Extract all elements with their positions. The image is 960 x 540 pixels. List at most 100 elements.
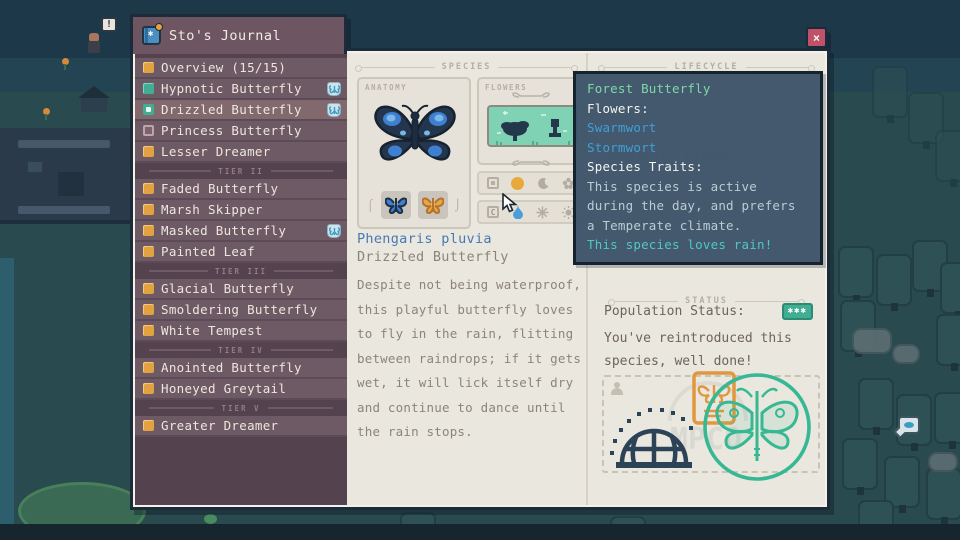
crate xyxy=(26,160,44,174)
species-marker-icon xyxy=(143,146,154,157)
species-marker-icon xyxy=(143,62,154,73)
activity-trait-row xyxy=(477,171,585,195)
species-marker-icon xyxy=(143,420,154,431)
sidebar-item-label: Honeyed Greytail xyxy=(161,381,286,396)
screen: ! Sto's Journal × xyxy=(0,0,960,540)
building-detail xyxy=(18,206,110,214)
flowers-label: FLOWERS xyxy=(485,83,527,92)
tier-divider: TIER III xyxy=(135,263,347,279)
tree xyxy=(935,130,960,182)
scroll-decoration xyxy=(509,91,553,100)
species-section: SPECIES ANATOMY xyxy=(347,53,586,505)
notification-dot xyxy=(155,23,163,31)
rock xyxy=(928,452,958,472)
tier-divider: TIER II xyxy=(135,163,347,179)
sidebar-item-label: Overview (15/15) xyxy=(161,60,286,75)
sidebar-item-label: Princess Butterfly xyxy=(161,123,302,138)
tree xyxy=(936,314,960,366)
sidebar-item-faded-butterfly[interactable]: Faded Butterfly xyxy=(135,179,347,200)
sidebar-item-greater-dreamer[interactable]: Greater Dreamer xyxy=(135,416,347,437)
sidebar-item-anointed-butterfly[interactable]: Anointed Butterfly xyxy=(135,358,347,379)
tree xyxy=(934,392,960,444)
sidebar-item-label: Hypnotic Butterfly xyxy=(161,81,302,96)
population-status-row: Population Status: ✱✱✱ xyxy=(604,303,813,320)
species-traits-tooltip: Forest Butterfly Flowers: Swarmwort Stor… xyxy=(573,71,823,265)
species-marker-icon xyxy=(143,383,154,394)
tooltip-flower-link[interactable]: Swarmwort xyxy=(587,118,809,138)
tooltip-species-type: Forest Butterfly xyxy=(587,79,809,99)
anatomy-card: ANATOMY xyxy=(357,77,471,229)
tree xyxy=(876,254,912,306)
variant-blue-butterfly[interactable] xyxy=(381,191,411,219)
snowflake-icon[interactable] xyxy=(536,206,549,219)
tree xyxy=(926,468,960,520)
npc-character xyxy=(87,33,101,53)
variant-orange-butterfly[interactable] xyxy=(418,191,448,219)
sidebar-item-masked-butterfly[interactable]: Masked Butterfly xyxy=(135,221,347,242)
building-door xyxy=(58,172,84,196)
tier-divider: TIER V xyxy=(135,400,347,416)
species-latin-name: Phengaris pluvia xyxy=(357,231,492,247)
journal-body: Overview (15/15) Hypnotic Butterfly Driz… xyxy=(130,48,830,510)
decorative-curl: ⌠ xyxy=(367,199,374,212)
butterfly-bubble xyxy=(898,416,920,434)
anatomy-label: ANATOMY xyxy=(365,83,407,92)
species-marker-icon xyxy=(143,83,154,94)
sidebar-item-hypnotic-butterfly[interactable]: Hypnotic Butterfly xyxy=(135,79,347,100)
sidebar-item-overview[interactable]: Overview (15/15) xyxy=(135,58,347,79)
stamps-artwork: MPCO xyxy=(594,365,830,495)
species-marker-icon xyxy=(143,362,154,373)
species-description: Despite not being waterproof, this playf… xyxy=(357,273,583,445)
species-marker-icon xyxy=(143,225,154,236)
tree xyxy=(858,378,894,430)
tier-divider: TIER IV xyxy=(135,342,347,358)
species-marker-icon xyxy=(143,304,154,315)
activity-chip-icon xyxy=(487,177,499,189)
tooltip-traits-heading: Species Traits: xyxy=(587,157,809,177)
sidebar-item-princess-butterfly[interactable]: Princess Butterfly xyxy=(135,121,347,142)
species-marker-icon xyxy=(143,204,154,215)
sidebar-item-label: Faded Butterfly xyxy=(161,181,278,196)
population-stars-badge: ✱✱✱ xyxy=(782,303,813,320)
tree xyxy=(838,246,874,298)
rock xyxy=(852,328,892,354)
journal-book-icon xyxy=(142,26,161,45)
close-button[interactable]: × xyxy=(806,27,827,48)
sidebar-item-smoldering-butterfly[interactable]: Smoldering Butterfly xyxy=(135,300,347,321)
species-common-name: Drizzled Butterfly xyxy=(357,249,509,265)
butterfly-anatomy-art xyxy=(369,97,461,181)
day-active-icon[interactable] xyxy=(511,177,524,190)
sidebar-item-label: Painted Leaf xyxy=(161,244,255,259)
journal-title: Sto's Journal xyxy=(169,28,281,44)
flowers-card: FLOWERS xyxy=(477,77,585,165)
sidebar-item-label: Lesser Dreamer xyxy=(161,144,271,159)
sidebar-item-glacial-butterfly[interactable]: Glacial Butterfly xyxy=(135,279,347,300)
small-house xyxy=(78,86,110,112)
climate-chip-icon: C xyxy=(487,206,499,218)
species-marker-selected-icon xyxy=(143,104,154,115)
rock xyxy=(892,344,920,364)
tree xyxy=(872,66,908,118)
building-detail xyxy=(18,140,110,148)
water-edge xyxy=(0,258,14,540)
journal-sidebar: Overview (15/15) Hypnotic Butterfly Driz… xyxy=(135,53,347,505)
tooltip-flower-link[interactable]: Stormwort xyxy=(587,138,809,158)
sidebar-item-painted-leaf[interactable]: Painted Leaf xyxy=(135,242,347,263)
sidebar-item-lesser-dreamer[interactable]: Lesser Dreamer xyxy=(135,142,347,163)
species-marker-icon xyxy=(143,246,154,257)
moon-icon[interactable] xyxy=(537,177,550,190)
sidebar-item-honeyed-greytail[interactable]: Honeyed Greytail xyxy=(135,379,347,400)
sidebar-item-white-tempest[interactable]: White Tempest xyxy=(135,321,347,342)
flower-habitat-picture xyxy=(487,105,577,147)
building xyxy=(0,128,132,224)
map-edge xyxy=(0,524,960,540)
flower-sprite xyxy=(62,58,69,65)
sidebar-item-drizzled-butterfly[interactable]: Drizzled Butterfly xyxy=(135,100,347,121)
tree xyxy=(940,262,960,314)
decorative-curl: ⌡ xyxy=(455,199,462,212)
species-marker-icon xyxy=(143,125,154,136)
species-section-header: SPECIES xyxy=(355,62,578,72)
journal-window: Sto's Journal × Overview (15/15) Hypnoti… xyxy=(130,14,830,510)
sidebar-item-label: Glacial Butterfly xyxy=(161,281,294,296)
sidebar-item-marsh-skipper[interactable]: Marsh Skipper xyxy=(135,200,347,221)
